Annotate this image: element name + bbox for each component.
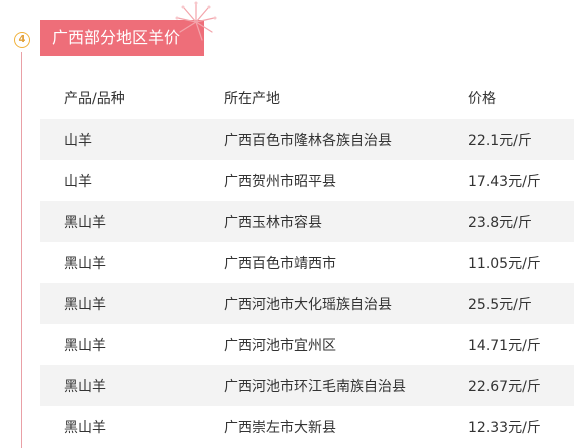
cell-price: 23.8元/斤 bbox=[468, 214, 532, 231]
cell-product: 黑山羊 bbox=[64, 378, 106, 395]
table-row: 山羊 广西百色市隆林各族自治县 22.1元/斤 bbox=[40, 119, 574, 160]
cell-price: 22.67元/斤 bbox=[468, 378, 541, 395]
header-price: 价格 bbox=[468, 90, 496, 107]
cell-price: 12.33元/斤 bbox=[468, 419, 541, 436]
price-table: 产品/品种 所在产地 价格 山羊 广西百色市隆林各族自治县 22.1元/斤 山羊… bbox=[40, 76, 574, 447]
cell-product: 黑山羊 bbox=[64, 296, 106, 313]
cell-product: 黑山羊 bbox=[64, 419, 106, 436]
table-row: 黑山羊 广西河池市宜州区 14.71元/斤 bbox=[40, 324, 574, 365]
cell-origin: 广西河池市环江毛南族自治县 bbox=[224, 378, 406, 395]
header-origin: 所在产地 bbox=[224, 90, 280, 107]
timeline-line bbox=[21, 52, 22, 448]
cell-origin: 广西百色市靖西市 bbox=[224, 255, 336, 272]
cell-price: 17.43元/斤 bbox=[468, 173, 541, 190]
cell-price: 14.71元/斤 bbox=[468, 337, 541, 354]
cell-origin: 广西河池市大化瑶族自治县 bbox=[224, 296, 392, 313]
cell-product: 山羊 bbox=[64, 173, 92, 190]
cell-price: 22.1元/斤 bbox=[468, 132, 532, 149]
cell-origin: 广西崇左市大新县 bbox=[224, 419, 336, 436]
cell-price: 11.05元/斤 bbox=[468, 255, 541, 272]
table-row: 黑山羊 广西河池市大化瑶族自治县 25.5元/斤 bbox=[40, 283, 574, 324]
cell-product: 黑山羊 bbox=[64, 255, 106, 272]
cell-origin: 广西河池市宜州区 bbox=[224, 337, 336, 354]
cell-product: 黑山羊 bbox=[64, 214, 106, 231]
step-number-badge: 4 bbox=[14, 32, 30, 48]
table-row: 黑山羊 广西崇左市大新县 12.33元/斤 bbox=[40, 406, 574, 447]
table-row: 黑山羊 广西河池市环江毛南族自治县 22.67元/斤 bbox=[40, 365, 574, 406]
firework-decoration-icon bbox=[175, 1, 217, 41]
table-row: 黑山羊 广西玉林市容县 23.8元/斤 bbox=[40, 201, 574, 242]
cell-product: 山羊 bbox=[64, 132, 92, 149]
table-row: 黑山羊 广西百色市靖西市 11.05元/斤 bbox=[40, 242, 574, 283]
cell-origin: 广西百色市隆林各族自治县 bbox=[224, 132, 392, 149]
cell-product: 黑山羊 bbox=[64, 337, 106, 354]
header-product: 产品/品种 bbox=[64, 90, 125, 107]
cell-price: 25.5元/斤 bbox=[468, 296, 532, 313]
table-header-row: 产品/品种 所在产地 价格 bbox=[40, 76, 574, 119]
cell-origin: 广西贺州市昭平县 bbox=[224, 173, 336, 190]
table-row: 山羊 广西贺州市昭平县 17.43元/斤 bbox=[40, 160, 574, 201]
cell-origin: 广西玉林市容县 bbox=[224, 214, 322, 231]
